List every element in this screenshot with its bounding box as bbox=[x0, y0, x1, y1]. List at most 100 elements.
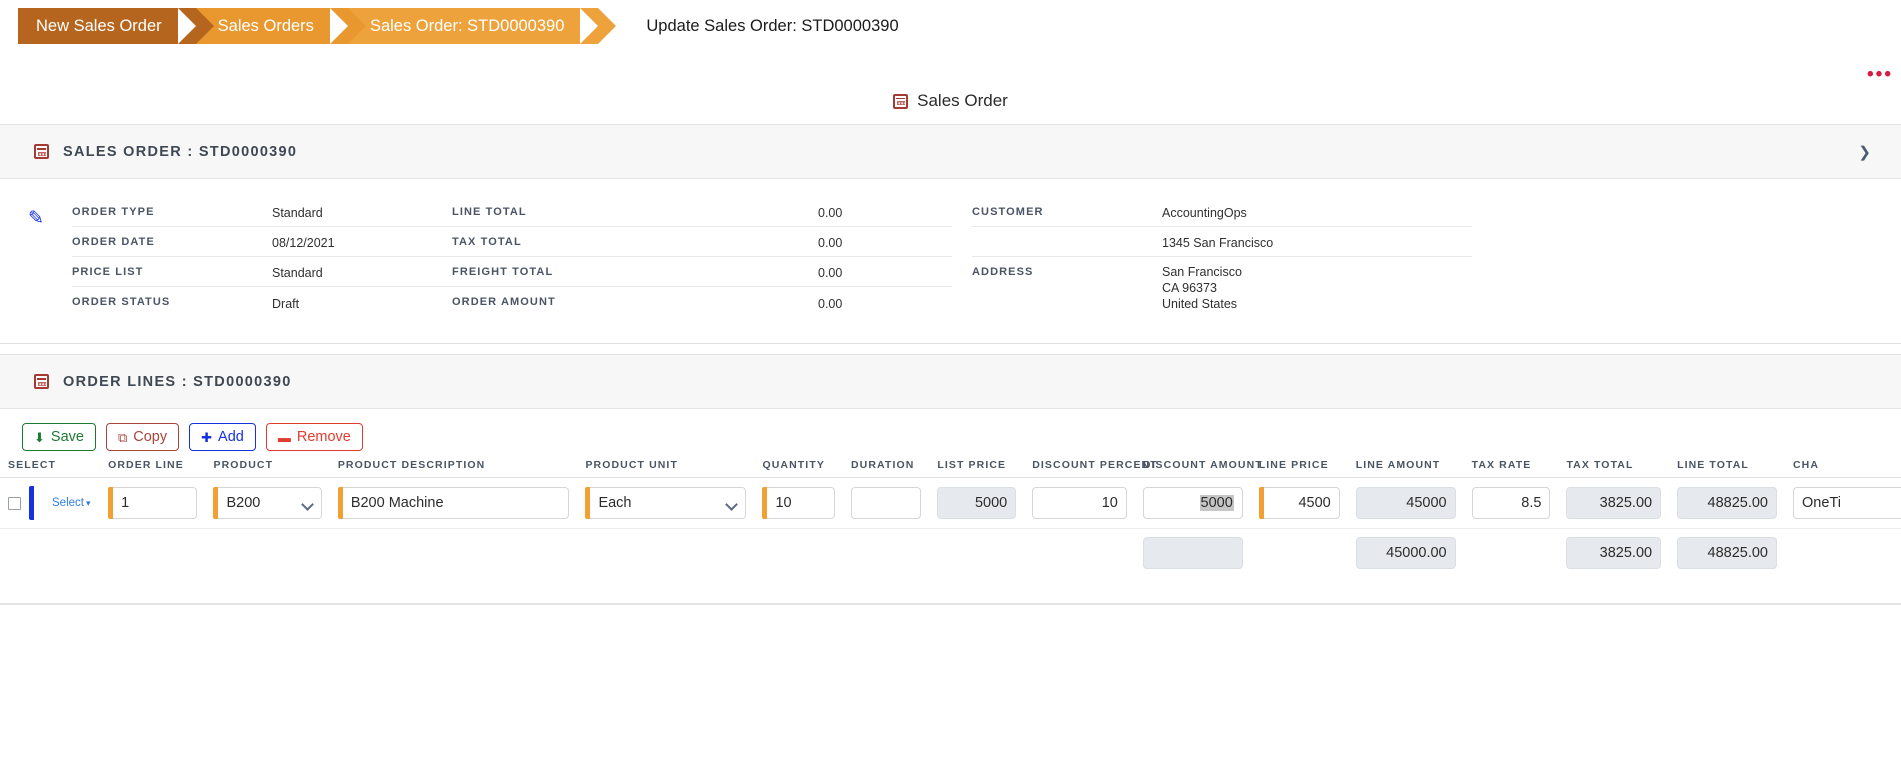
breadcrumb-item-new-sales-order[interactable]: New Sales Order bbox=[18, 8, 214, 44]
col-tax-total: TAX TOTAL bbox=[1558, 457, 1670, 478]
col-product-description: PRODUCT DESCRIPTION bbox=[329, 457, 578, 478]
field-label: ORDER AMOUNT bbox=[452, 296, 556, 308]
duration-input[interactable] bbox=[850, 487, 922, 519]
remove-button[interactable]: ▬ Remove bbox=[265, 423, 363, 451]
field-value: Draft bbox=[272, 297, 300, 311]
field-value: Standard bbox=[272, 206, 323, 220]
minus-icon: ▬ bbox=[277, 429, 291, 445]
chevron-down-icon[interactable]: ❯ bbox=[1850, 139, 1879, 165]
cell-line-price bbox=[1250, 477, 1348, 529]
totals-line-amount-value: 45000.00 bbox=[1355, 537, 1456, 569]
breadcrumb: New Sales Order Sales Orders Sales Order… bbox=[0, 8, 1901, 44]
col-order-line: ORDER LINE bbox=[100, 457, 206, 478]
product-description-input[interactable] bbox=[342, 487, 570, 519]
col-charge-type: CHA bbox=[1784, 457, 1901, 478]
cell-line-amount bbox=[1347, 477, 1464, 529]
select-dropdown[interactable]: Select ▾ bbox=[52, 497, 91, 509]
field-label: LINE TOTAL bbox=[452, 206, 527, 218]
discount-percent-input[interactable] bbox=[1032, 487, 1127, 519]
product-unit-select[interactable]: Each bbox=[590, 487, 747, 519]
discount-amount-input[interactable]: 5000 bbox=[1142, 487, 1243, 519]
line-price-input[interactable] bbox=[1263, 487, 1340, 519]
totals-tax-total-value: 3825.00 bbox=[1566, 537, 1662, 569]
order-line-input[interactable] bbox=[113, 487, 198, 519]
order-lines-card: ORDER LINES : STD0000390 ⬇ Save ⧉ Copy ✚… bbox=[0, 354, 1901, 605]
order-lines-grid-scroll[interactable]: SELECT ORDER LINE PRODUCT PRODUCT DESCRI… bbox=[0, 457, 1901, 577]
col-product: PRODUCT bbox=[205, 457, 330, 478]
cell-discount-amount: 5000 bbox=[1134, 477, 1251, 529]
tax-rate-input[interactable] bbox=[1471, 487, 1551, 519]
grid-icon bbox=[34, 144, 49, 159]
order-lines-title: ORDER LINES : STD0000390 bbox=[63, 373, 292, 390]
pencil-icon[interactable]: ✎ bbox=[28, 209, 44, 317]
totals-discount-amount-value bbox=[1142, 537, 1243, 569]
save-button[interactable]: ⬇ Save bbox=[22, 423, 96, 451]
breadcrumb-label: New Sales Order bbox=[36, 16, 162, 35]
field-order-amount: ORDER AMOUNT 0.00 bbox=[452, 287, 952, 317]
copy-icon: ⧉ bbox=[117, 429, 128, 445]
discount-amount-value: 5000 bbox=[1199, 495, 1234, 511]
breadcrumb-notch bbox=[177, 8, 196, 44]
field-value: 1345 San Francisco bbox=[1162, 236, 1274, 250]
cell-discount-percent bbox=[1024, 477, 1135, 529]
grid-icon bbox=[34, 374, 49, 389]
tab-sales-order[interactable]: Sales Order bbox=[893, 91, 1008, 111]
cell-quantity bbox=[754, 477, 843, 529]
totals-spacer-discount-percent bbox=[1024, 529, 1135, 578]
add-button[interactable]: ✚ Add bbox=[189, 423, 256, 451]
totals-discount-amount bbox=[1135, 529, 1251, 578]
charge-type-input[interactable] bbox=[1792, 487, 1901, 519]
col-line-price: LINE PRICE bbox=[1250, 457, 1348, 478]
order-lines-card-header: ORDER LINES : STD0000390 bbox=[0, 355, 1901, 409]
grid-icon bbox=[893, 93, 909, 109]
cell-list-price bbox=[929, 477, 1025, 529]
col-quantity: QUANTITY bbox=[754, 457, 843, 478]
row-select-checkbox[interactable] bbox=[8, 496, 21, 510]
more-options-icon[interactable]: ••• bbox=[1867, 65, 1893, 84]
breadcrumb-item-sales-order-std0000390[interactable]: Sales Order: STD0000390 bbox=[347, 8, 617, 44]
field-value: Standard bbox=[272, 266, 323, 280]
breadcrumb-notch bbox=[329, 8, 348, 44]
field-label: ORDER TYPE bbox=[72, 206, 155, 218]
sales-order-title: SALES ORDER : STD0000390 bbox=[63, 143, 298, 160]
add-label: Add bbox=[218, 429, 244, 445]
field-label: FREIGHT TOTAL bbox=[452, 266, 554, 278]
remove-label: Remove bbox=[296, 429, 351, 445]
breadcrumb-label: Sales Orders bbox=[217, 16, 314, 35]
field-value: 08/12/2021 bbox=[272, 236, 335, 250]
totals-spacer-list-price bbox=[929, 529, 1024, 578]
sales-order-card: SALES ORDER : STD0000390 ❯ ✎ ORDER TYPE … bbox=[0, 124, 1901, 344]
cell-line-total bbox=[1669, 477, 1785, 529]
edit-column: ✎ bbox=[0, 197, 72, 317]
copy-button[interactable]: ⧉ Copy bbox=[105, 423, 180, 451]
totals-line-total-value: 48825.00 bbox=[1677, 537, 1777, 569]
detail-column-3: CUSTOMER AccountingOps 1345 San Francisc… bbox=[972, 197, 1472, 317]
field-tax-total: TAX TOTAL 0.00 bbox=[452, 227, 952, 257]
field-value: 0.00 bbox=[818, 297, 843, 311]
save-icon: ⬇ bbox=[34, 429, 45, 445]
field-value: San Francisco CA 96373 United States bbox=[1162, 265, 1242, 311]
quantity-input[interactable] bbox=[767, 487, 835, 519]
col-list-price: LIST PRICE bbox=[929, 457, 1025, 478]
field-label: CUSTOMER bbox=[972, 206, 1044, 218]
col-discount-percent: DISCOUNT PERCENT bbox=[1024, 457, 1157, 478]
select-label: Select bbox=[52, 497, 84, 509]
cell-product-unit: Each bbox=[577, 477, 755, 529]
table-totals-row: 45000.00 3825.00 48825.00 bbox=[0, 529, 1901, 578]
col-duration: DURATION bbox=[842, 457, 930, 478]
list-price-input bbox=[937, 487, 1017, 519]
field-order-type: ORDER TYPE Standard bbox=[72, 197, 452, 227]
product-select[interactable]: B200 bbox=[218, 487, 322, 519]
totals-spacer-select bbox=[0, 529, 100, 578]
sales-order-card-header: SALES ORDER : STD0000390 ❯ bbox=[0, 125, 1901, 179]
field-label: TAX TOTAL bbox=[452, 236, 522, 248]
breadcrumb-item-sales-orders[interactable]: Sales Orders bbox=[195, 8, 366, 44]
field-line-total: LINE TOTAL 0.00 bbox=[452, 197, 952, 227]
table-header-row: SELECT ORDER LINE PRODUCT PRODUCT DESCRI… bbox=[0, 457, 1901, 478]
sales-order-details: ✎ ORDER TYPE Standard ORDER DATE 08/12/2… bbox=[0, 179, 1901, 343]
field-value: AccountingOps bbox=[1162, 206, 1247, 220]
tax-total-input bbox=[1566, 487, 1662, 519]
cell-charge-type bbox=[1784, 477, 1901, 529]
row-indicator bbox=[29, 486, 34, 520]
table-row: Select▾ B200 bbox=[0, 477, 1901, 529]
